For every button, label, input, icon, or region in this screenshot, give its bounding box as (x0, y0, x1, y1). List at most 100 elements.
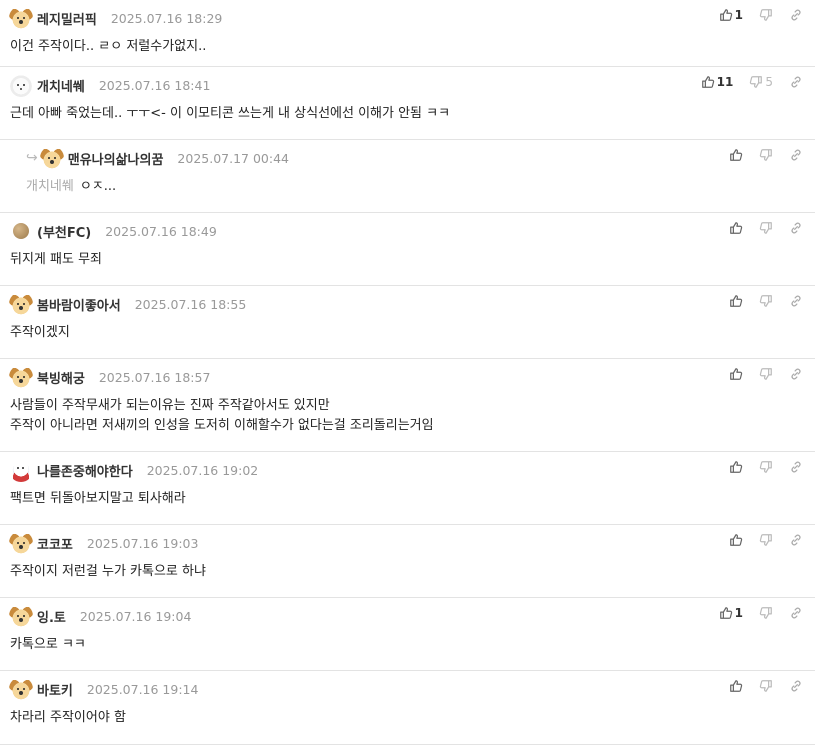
author-nickname[interactable]: 나를존중해야한다 (37, 461, 133, 480)
link-icon (789, 294, 803, 308)
downvote-button[interactable]: 5 (749, 75, 773, 89)
upvote-button[interactable]: 1 (719, 606, 743, 620)
thumbs-down-icon (759, 606, 773, 620)
link-icon (789, 148, 803, 162)
copy-link-button[interactable] (789, 679, 803, 693)
comment-text-line: 근데 아빠 죽었는데.. ㅜㅜ<- 이 이모티콘 쓰는게 내 상식선에선 이해가… (10, 104, 450, 124)
copy-link-button[interactable] (789, 533, 803, 547)
upvote-button[interactable]: 1 (719, 8, 743, 22)
mention-target[interactable]: 개치네쒜 (26, 179, 74, 194)
downvote-button[interactable] (759, 148, 773, 162)
author-nickname[interactable]: 바토키 (37, 680, 73, 699)
downvote-button[interactable] (759, 606, 773, 620)
upvote-button[interactable] (729, 679, 743, 693)
comment-list: 레지밀러픽 2025.07.16 18:29 1 이건 주작이다.. ㄹㅇ 저럴수가없… (0, 0, 815, 745)
copy-link-button[interactable] (789, 221, 803, 235)
author-nickname[interactable]: 코코포 (37, 534, 73, 553)
comment-actions (729, 292, 803, 310)
copy-link-button[interactable] (789, 75, 803, 89)
link-icon (789, 221, 803, 235)
comment-date: 2025.07.16 19:04 (79, 608, 192, 624)
comment-header: 레지밀러픽 2025.07.16 18:29 (9, 6, 222, 30)
upvote-button[interactable]: 11 (701, 75, 733, 89)
avatar (9, 73, 33, 97)
thumbs-down-icon (759, 221, 773, 235)
upvote-button[interactable] (729, 533, 743, 547)
downvote-button[interactable] (759, 679, 773, 693)
copy-link-button[interactable] (789, 367, 803, 381)
comment-item: 북빙해궁 2025.07.16 18:57 사람들이 주작무새가 되는이유는 진짜 … (0, 359, 815, 452)
upvote-button[interactable] (729, 294, 743, 308)
thumbs-down-icon (759, 367, 773, 381)
comment-text-line: 뒤지게 패도 무죄 (10, 250, 102, 270)
avatar (9, 604, 33, 628)
upvote-button[interactable] (729, 221, 743, 235)
downvote-button[interactable] (759, 8, 773, 22)
downvote-button[interactable] (759, 533, 773, 547)
comment-text: 주작이겠지 (10, 325, 70, 340)
comment-actions (729, 365, 803, 383)
avatar (13, 223, 29, 239)
link-icon (789, 533, 803, 547)
thumbs-up-icon (729, 148, 743, 162)
author-nickname[interactable]: (부천FC) (37, 222, 91, 241)
comment-text-line: 팩트면 뒤돌아보지말고 퇴사해라 (10, 489, 186, 509)
comment-body: 차라리 주작이어야 함 (10, 708, 126, 728)
copy-link-button[interactable] (789, 460, 803, 474)
copy-link-button[interactable] (789, 8, 803, 22)
comment-text: 이건 주작이다.. ㄹㅇ 저럴수가없지.. (10, 39, 207, 54)
downvote-button[interactable] (759, 221, 773, 235)
thumbs-down-icon (759, 148, 773, 162)
comment-text: 근데 아빠 죽었는데.. ㅜㅜ<- 이 이모티콘 쓰는게 내 상식선에선 이해가… (10, 106, 451, 121)
comment-header: 바토키 2025.07.16 19:14 (9, 677, 198, 701)
copy-link-button[interactable] (789, 294, 803, 308)
thumbs-down-icon (759, 533, 773, 547)
thumbs-up-icon (701, 75, 715, 89)
author-nickname[interactable]: 잉.토 (37, 607, 66, 626)
comment-item: 바토키 2025.07.16 19:14 차라리 주작이어야 함 (0, 671, 815, 745)
comment-item: 레지밀러픽 2025.07.16 18:29 1 이건 주작이다.. ㄹㅇ 저럴수가없… (0, 0, 815, 67)
comment-header: 개치네쒜 2025.07.16 18:41 (9, 73, 210, 97)
upvote-button[interactable] (729, 460, 743, 474)
thumbs-up-icon (729, 533, 743, 547)
reply-arrow-icon: ↪ (26, 150, 38, 166)
comment-date: 2025.07.17 00:44 (177, 150, 289, 166)
avatar (9, 6, 33, 30)
comment-header: 잉.토 2025.07.16 19:04 (9, 604, 191, 628)
copy-link-button[interactable] (789, 606, 803, 620)
comment-item: (부천FC) 2025.07.16 18:49 뒤지게 패도 무죄 (0, 213, 815, 286)
comment-text-line: 사람들이 주작무새가 되는이유는 진짜 주작같아서도 있지만 (10, 396, 434, 416)
comment-body: 팩트면 뒤돌아보지말고 퇴사해라 (10, 489, 186, 509)
comment-actions (729, 677, 803, 695)
comment-date: 2025.07.16 18:57 (98, 369, 211, 385)
reply-comment: ↪ 맨유나의삶나의꿈 2025.07.17 00:44 개치네쒜 ㅇㅈ... (0, 140, 815, 213)
comment-actions: 1 (719, 604, 803, 622)
thumbs-down-icon (759, 460, 773, 474)
comment-body: 근데 아빠 죽었는데.. ㅜㅜ<- 이 이모티콘 쓰는게 내 상식선에선 이해가… (10, 104, 450, 124)
thumbs-up-icon (729, 294, 743, 308)
thumbs-down-icon (759, 8, 773, 22)
upvote-button[interactable] (729, 148, 743, 162)
downvote-button[interactable] (759, 460, 773, 474)
author-nickname[interactable]: 맨유나의삶나의꿈 (68, 149, 164, 168)
author-nickname[interactable]: 봄바람이좋아서 (37, 295, 121, 314)
thumbs-up-icon (729, 367, 743, 381)
avatar (39, 146, 64, 170)
link-icon (789, 75, 803, 89)
author-nickname[interactable]: 개치네쒜 (37, 76, 85, 95)
upvote-button[interactable] (729, 367, 743, 381)
downvote-button[interactable] (759, 294, 773, 308)
comment-text-line: 개치네쒜 ㅇㅈ... (26, 177, 116, 197)
comment-actions: 1 (719, 6, 803, 24)
author-nickname[interactable]: 레지밀러픽 (37, 9, 97, 28)
comment-item: 잉.토 2025.07.16 19:04 1 카톡으로 ㅋㅋ (0, 598, 815, 671)
link-icon (789, 606, 803, 620)
downvote-button[interactable] (759, 367, 773, 381)
downvote-count: 5 (765, 75, 773, 89)
copy-link-button[interactable] (789, 148, 803, 162)
comment-actions (729, 219, 803, 237)
comment-body: 이건 주작이다.. ㄹㅇ 저럴수가없지.. (10, 37, 206, 57)
thumbs-down-icon (759, 679, 773, 693)
author-nickname[interactable]: 북빙해궁 (37, 368, 85, 387)
comment-header: 봄바람이좋아서 2025.07.16 18:55 (9, 292, 246, 316)
